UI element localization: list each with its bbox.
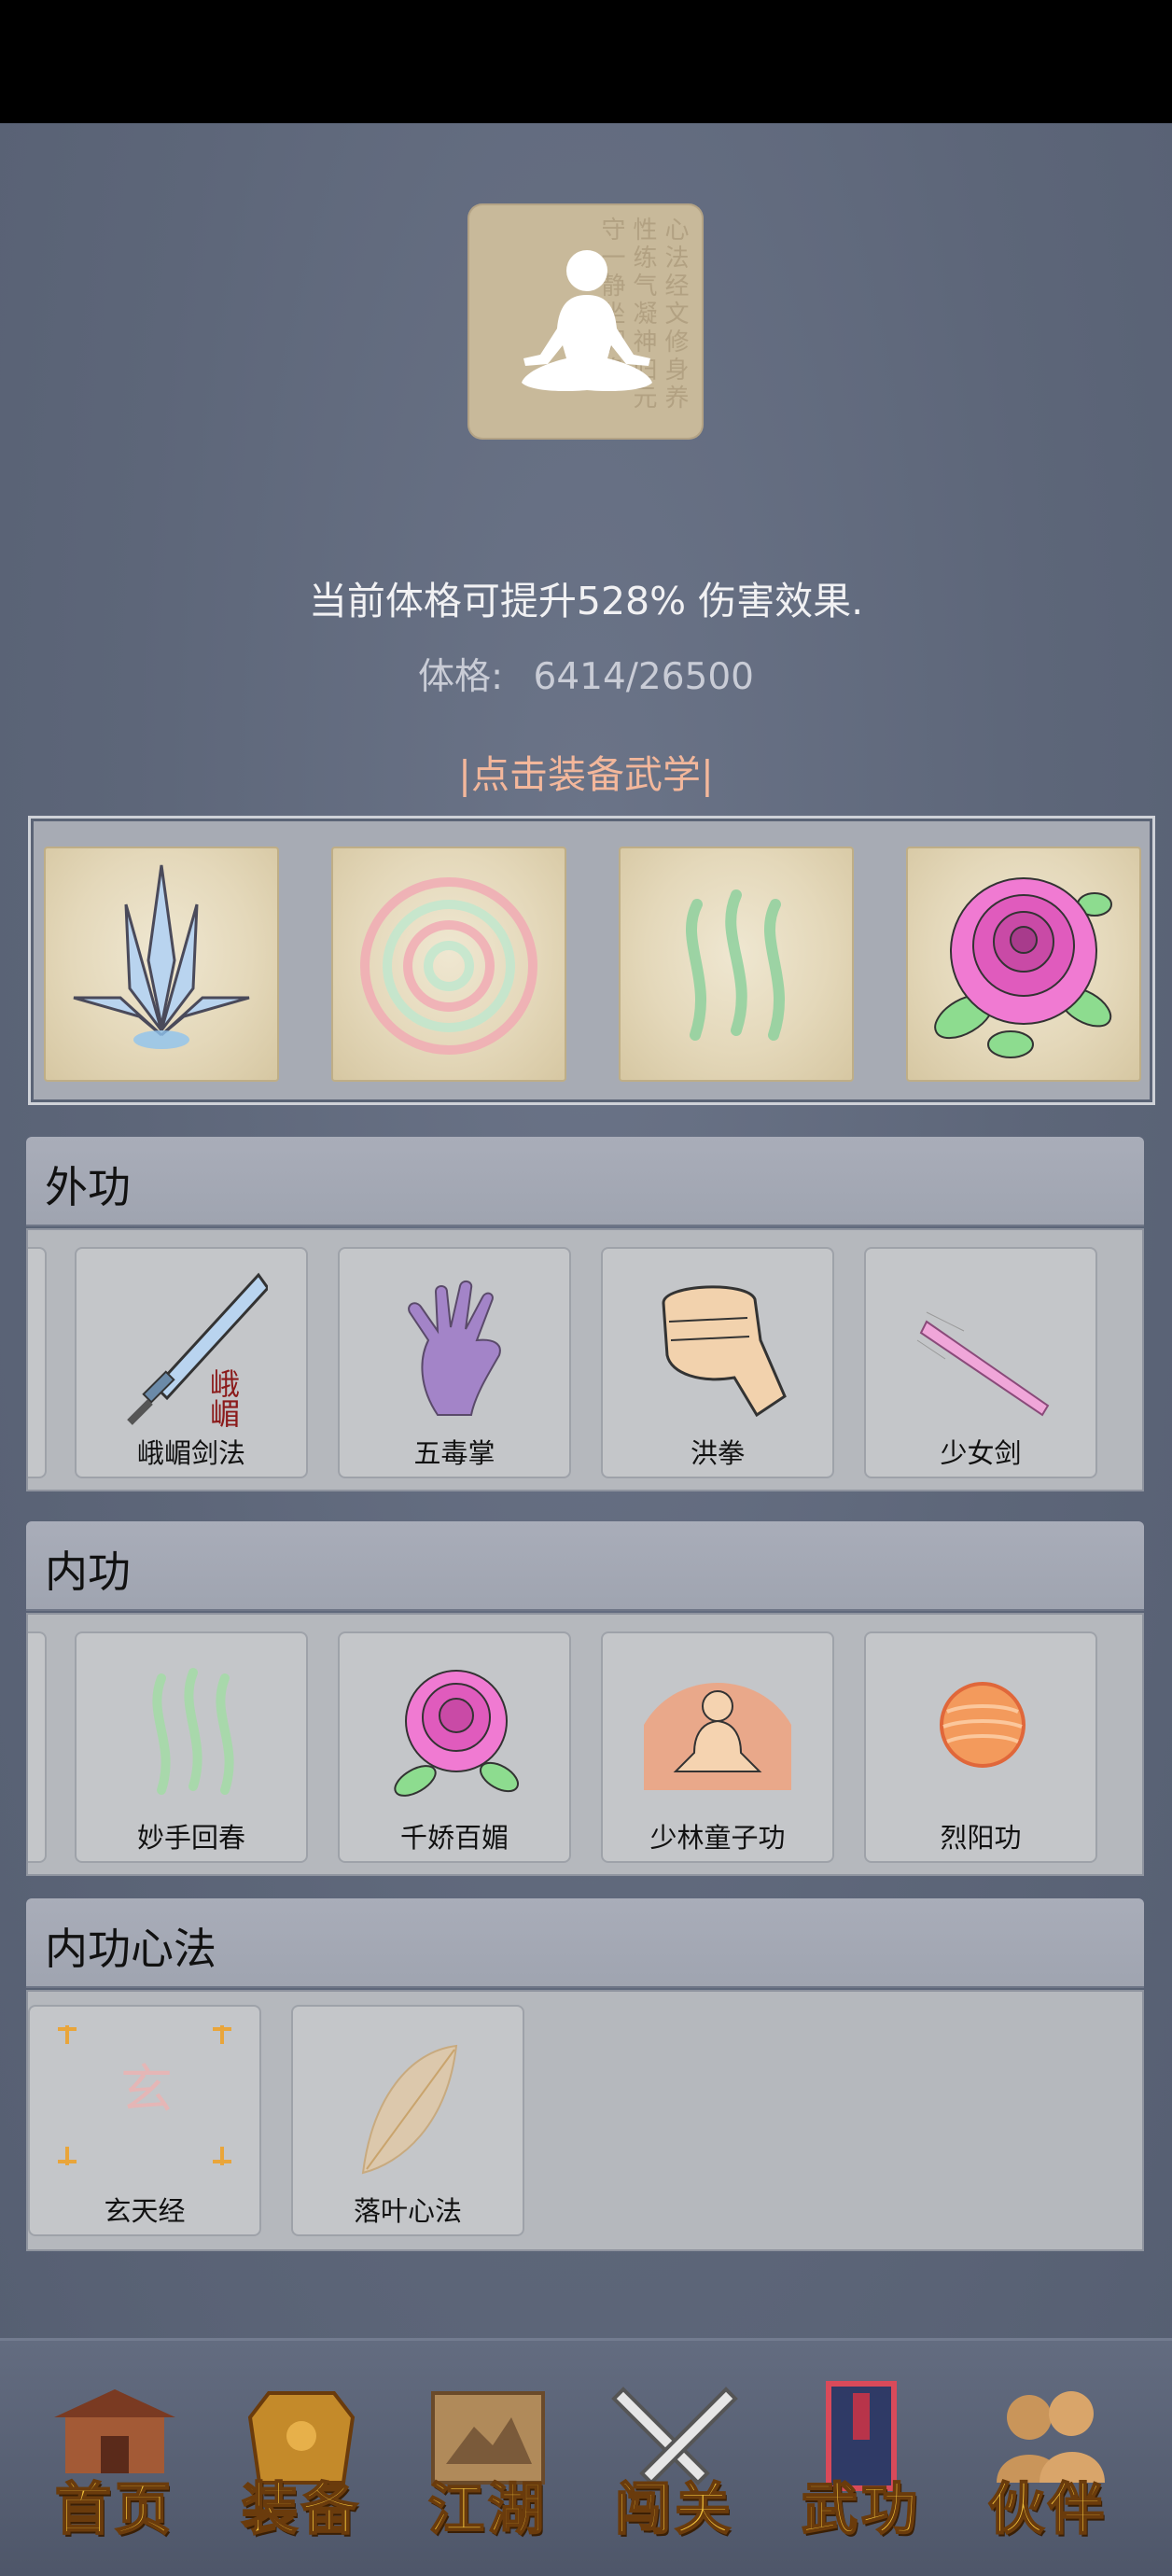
fist-icon [662,1285,787,1418]
equipped-skills-panel [28,816,1155,1105]
nav-label: 装备 [241,2476,361,2543]
skill-card-xuantian[interactable]: 玄 玄天经 [28,2005,261,2236]
nav-jianghu[interactable]: 江湖 [409,2380,567,2548]
skill-card-shaolin-tongzi[interactable]: 少林童子功 [601,1631,834,1863]
equipped-slot-1[interactable] [44,847,279,1082]
skill-label: 峨嵋剑法 [136,1437,245,1469]
equipped-slot-4[interactable] [906,847,1141,1082]
section-title: 外功 [45,1162,131,1212]
outer-skills-list[interactable]: 峨嵋 峨嵋剑法 五毒掌 洪拳 少女剑 [26,1228,1144,1491]
skill-label: 少女剑 [940,1437,1022,1469]
skill-card-qianjiao-baimei[interactable]: 千娇百媚 [338,1631,571,1863]
rose-icon [394,1670,519,1797]
green-waves-icon [686,889,786,1041]
sword-icon: 峨嵋 [127,1272,268,1428]
partial-card[interactable] [28,1631,47,1863]
nav-label: 伙伴 [987,2476,1108,2543]
skill-card-miaoshou-huichun[interactable]: 妙手回春 [75,1631,308,1863]
green-waves-icon [152,1668,234,1795]
skill-card-maiden-sword[interactable]: 少女剑 [864,1247,1097,1478]
skill-label: 少林童子功 [649,1822,786,1854]
purple-palm-icon [408,1281,501,1416]
equipped-slot-2[interactable] [331,847,566,1082]
skill-card-emei-sword[interactable]: 峨嵋 峨嵋剑法 [75,1247,308,1478]
xuan-glyph: 玄 [120,2060,173,2121]
status-bar [0,0,1172,123]
equipped-slot-3[interactable] [619,847,854,1082]
nav-label: 首页 [54,2476,174,2543]
inner-skills-header: 内功 [26,1521,1144,1611]
nav-equipment[interactable]: 装备 [222,2380,381,2548]
nav-companions[interactable]: 伙伴 [969,2380,1127,2548]
skill-label: 妙手回春 [136,1822,245,1854]
sword-icon-text: 峨嵋 [205,1368,241,1428]
xuan-scroll-icon: 玄 [58,2025,231,2165]
nav-martial-arts[interactable]: 武功 [782,2380,941,2548]
inner-skills-list[interactable]: 妙手回春 千娇百媚 少林童子功 烈阳功 [26,1613,1144,1876]
equip-martial-arts-link[interactable]: |点击装备武学| [0,743,1172,799]
fire-orb-icon [940,1682,1026,1768]
nav-label: 闯关 [614,2476,734,2543]
skill-card-lieyang[interactable]: 烈阳功 [864,1631,1097,1863]
section-title: 内功心法 [45,1924,216,1974]
partial-card[interactable] [28,1247,47,1478]
skill-label: 洪拳 [690,1437,745,1469]
skill-card-five-poison-palm[interactable]: 五毒掌 [338,1247,571,1478]
leaf-icon [361,2044,458,2175]
nav-challenge[interactable]: 闯关 [595,2380,754,2548]
pink-blade-icon [916,1311,1050,1417]
section-title: 内功 [45,1547,131,1597]
skill-card-luoye[interactable]: 落叶心法 [291,2005,524,2236]
skill-label: 落叶心法 [353,2195,462,2227]
boost-text: 当前体格可提升528% 伤害效果. [308,579,864,623]
rose-icon [934,877,1112,1058]
bottom-nav: 首页 装备 江湖 闯关 武功 伙伴 [0,2341,1172,2576]
mind-methods-list[interactable]: 玄 玄天经 落叶心法 [26,1990,1144,2251]
crystal-blades-icon [73,864,250,1049]
outer-skills-header: 外功 [26,1137,1144,1226]
skill-label: 五毒掌 [413,1437,495,1469]
swirl-icon [360,877,537,1055]
nav-label: 江湖 [427,2476,548,2543]
meditating-monk-icon [644,1683,791,1790]
physique-label: 体格: [417,656,504,698]
nav-home[interactable]: 首页 [35,2380,194,2548]
physique-stat: 体格: 6414/26500 [0,648,1172,700]
mind-methods-header: 内功心法 [26,1898,1144,1988]
skill-label: 千娇百媚 [399,1822,509,1854]
meditating-figure-icon [522,250,652,392]
skill-label: 玄天经 [104,2195,186,2227]
meditation-avatar[interactable]: 心法经文修身养性练气凝神归元守一静坐调息 [467,203,704,440]
skill-card-hong-fist[interactable]: 洪拳 [601,1247,834,1478]
nav-label: 武功 [801,2476,921,2543]
physique-value: 6414/26500 [533,656,754,698]
skill-label: 烈阳功 [940,1822,1022,1854]
